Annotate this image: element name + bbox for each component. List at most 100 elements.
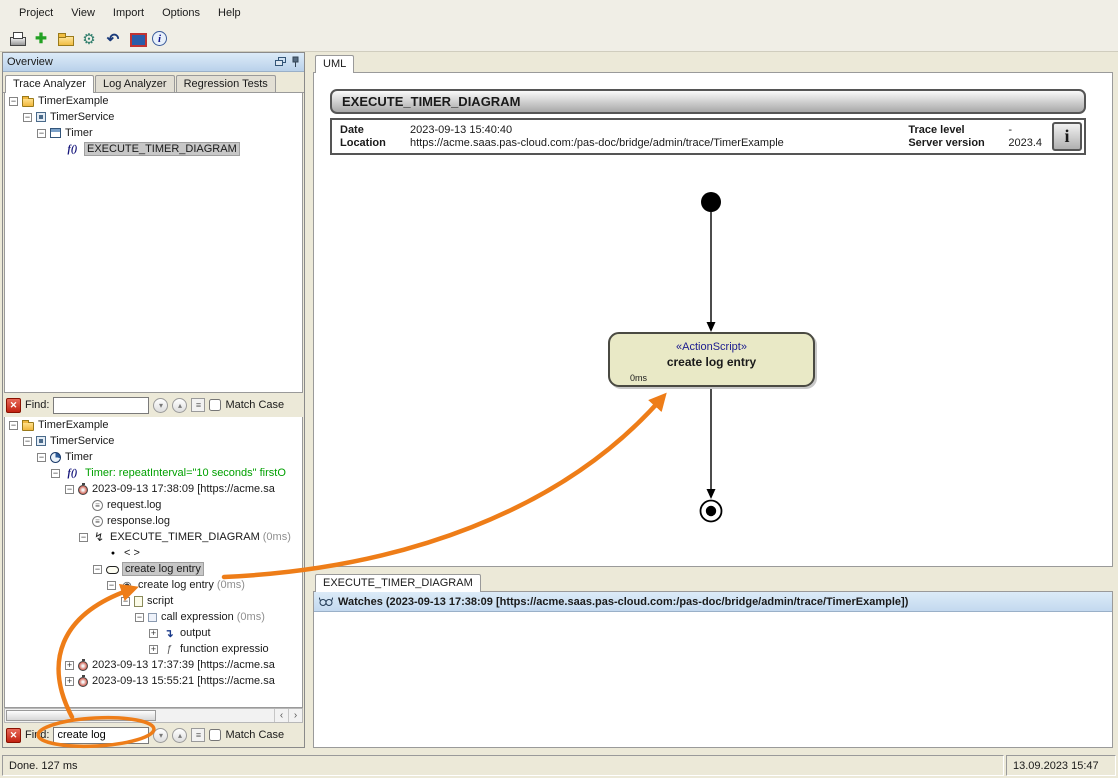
match-case-label: Match Case [225, 399, 284, 411]
add-icon[interactable] [32, 30, 50, 48]
scrollbar-thumb[interactable] [6, 710, 156, 721]
scroll-right-button[interactable]: › [288, 709, 302, 722]
find-prev-button[interactable]: ▴ [172, 398, 187, 413]
tree-expander-icon[interactable] [37, 129, 46, 138]
tree-item[interactable]: Timer: repeatInterval="10 seconds" first… [5, 465, 302, 481]
undo-icon[interactable] [104, 30, 122, 48]
tab-trace-analyzer[interactable]: Trace Analyzer [5, 75, 94, 93]
tree-expander-icon[interactable] [51, 469, 60, 478]
tree-expander-icon [51, 145, 60, 154]
tree-item-label: create log entry [123, 563, 203, 575]
float-window-icon[interactable] [275, 57, 286, 67]
find-close-button[interactable] [6, 728, 21, 743]
stopwatch-icon [78, 661, 88, 671]
tree-item-label: TimerExample [38, 95, 109, 107]
overview-header: Overview [3, 53, 304, 72]
find-close-button[interactable] [6, 398, 21, 413]
start-node-icon[interactable] [701, 192, 721, 212]
tree-item[interactable]: script [5, 593, 302, 609]
print-icon[interactable] [8, 30, 26, 48]
tree-item[interactable]: output [5, 625, 302, 641]
tree-item[interactable]: request.log [5, 497, 302, 513]
tree-item-label: TimerService [50, 435, 114, 447]
horizontal-scrollbar[interactable]: ‹ › [4, 708, 303, 723]
arrowhead-icon [707, 489, 716, 499]
start-node-icon [106, 547, 120, 559]
match-case-checkbox[interactable] [209, 729, 221, 741]
tree-item[interactable]: EXECUTE_TIMER_DIAGRAM(0ms) [5, 529, 302, 545]
function-expression-icon [162, 643, 176, 655]
tab-uml[interactable]: UML [315, 55, 354, 73]
menu-project[interactable]: Project [10, 3, 62, 23]
scrollbar-track [157, 709, 274, 722]
tree-expander-icon[interactable] [121, 597, 130, 606]
screen-capture-icon[interactable] [128, 30, 146, 48]
tree-expander-icon[interactable] [93, 565, 102, 574]
tree-item-label: TimerService [50, 111, 114, 123]
tab-regression-tests[interactable]: Regression Tests [176, 75, 276, 92]
diagram-icon [92, 531, 106, 543]
tab-execute-timer-diagram[interactable]: EXECUTE_TIMER_DIAGRAM [315, 574, 481, 592]
find-next-button[interactable]: ▾ [153, 728, 168, 743]
open-icon[interactable] [56, 30, 74, 48]
status-clock: 13.09.2023 15:47 [1006, 755, 1116, 776]
menu-import[interactable]: Import [104, 3, 153, 23]
tree-item-label: EXECUTE_TIMER_DIAGRAM [110, 531, 260, 543]
service-icon [36, 436, 46, 446]
tree-item[interactable]: EXECUTE_TIMER_DIAGRAM [5, 141, 302, 157]
tree-item-label: create log entry [138, 579, 214, 591]
find-next-button[interactable]: ▾ [153, 398, 168, 413]
tree-expander-icon[interactable] [23, 437, 32, 446]
pin-icon[interactable] [291, 56, 300, 68]
tree-expander-icon[interactable] [107, 581, 116, 590]
tree-item-label: call expression [161, 611, 234, 623]
tree-item[interactable]: TimerExample [5, 417, 302, 433]
tree-item[interactable]: Timer [5, 449, 302, 465]
tree-item-label: function expressio [180, 643, 269, 655]
info-icon[interactable] [152, 31, 167, 46]
tree-item[interactable]: 2023-09-13 15:55:21 [https://acme.sa [5, 673, 302, 689]
tree-item[interactable]: response.log [5, 513, 302, 529]
menu-help[interactable]: Help [209, 3, 250, 23]
tree-item[interactable]: TimerExample [5, 93, 302, 109]
find-input-top[interactable] [53, 397, 149, 414]
tree-expander-icon[interactable] [23, 113, 32, 122]
find-prev-button[interactable]: ▴ [172, 728, 187, 743]
arrowhead-icon [707, 322, 716, 332]
tree-expander-icon[interactable] [37, 453, 46, 462]
tree-item[interactable]: < > [5, 545, 302, 561]
tree-item[interactable]: create log entry [5, 561, 302, 577]
tree-expander-icon[interactable] [65, 485, 74, 494]
tree-item[interactable]: TimerService [5, 433, 302, 449]
tree-item[interactable]: function expressio [5, 641, 302, 657]
tree-item[interactable]: 2023-09-13 17:37:39 [https://acme.sa [5, 657, 302, 673]
tree-expander-icon[interactable] [79, 533, 88, 542]
tree-expander-icon[interactable] [9, 97, 18, 106]
tree-item[interactable]: TimerService [5, 109, 302, 125]
settings-gear-icon[interactable] [80, 30, 98, 48]
tab-log-analyzer[interactable]: Log Analyzer [95, 75, 175, 92]
tree-expander-icon[interactable] [135, 613, 144, 622]
tree-item-label: script [147, 595, 173, 607]
menu-options[interactable]: Options [153, 3, 209, 23]
tree-expander-icon[interactable] [149, 645, 158, 654]
tree-expander-icon[interactable] [65, 677, 74, 686]
tree-item[interactable]: Timer [5, 125, 302, 141]
stopwatch-icon [78, 485, 88, 495]
tree-expander-icon[interactable] [9, 421, 18, 430]
scroll-left-button[interactable]: ‹ [274, 709, 288, 722]
service-icon [36, 112, 46, 122]
find-list-button[interactable] [191, 398, 205, 412]
tree-expander-icon[interactable] [65, 661, 74, 670]
tree-item[interactable]: call expression(0ms) [5, 609, 302, 625]
activity-node-create-log-entry[interactable]: «ActionScript» create log entry 0ms [608, 332, 815, 387]
find-input-bottom[interactable] [53, 727, 149, 744]
tree-expander-icon[interactable] [149, 629, 158, 638]
bottom-tabrow: EXECUTE_TIMER_DIAGRAM [313, 571, 1113, 592]
tree-item[interactable]: 2023-09-13 17:38:09 [https://acme.sa [5, 481, 302, 497]
menu-view[interactable]: View [62, 3, 104, 23]
uml-tabrow: UML [313, 52, 1113, 73]
match-case-checkbox[interactable] [209, 399, 221, 411]
find-list-button[interactable] [191, 728, 205, 742]
tree-item[interactable]: create log entry(0ms) [5, 577, 302, 593]
